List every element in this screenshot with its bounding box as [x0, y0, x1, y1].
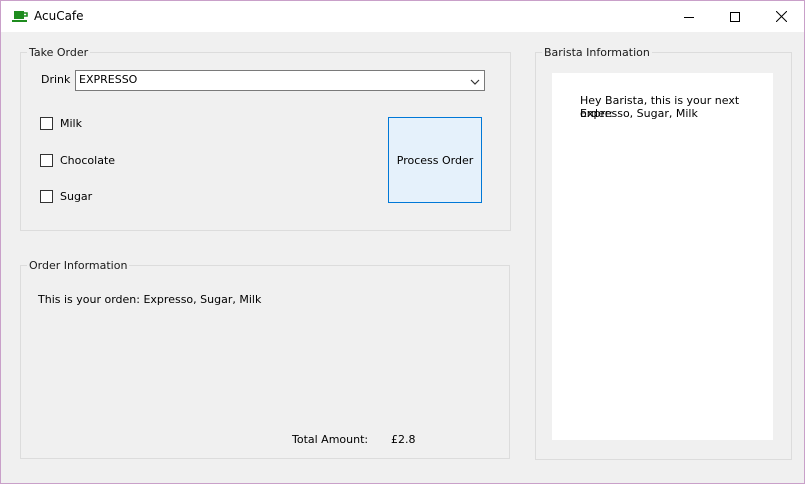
drink-select-value: EXPRESSO [79, 73, 138, 86]
total-amount-label: Total Amount: [292, 433, 369, 446]
chocolate-checkbox[interactable]: Chocolate [40, 154, 115, 167]
process-order-button[interactable]: Process Order [388, 117, 482, 203]
drink-select[interactable]: EXPRESSO [75, 70, 485, 91]
maximize-icon [730, 11, 740, 22]
drink-label: Drink [41, 73, 71, 86]
chocolate-checkbox-label: Chocolate [60, 154, 116, 167]
close-button[interactable] [758, 1, 804, 32]
app-window: AcuCafe Take Order Drink EXPRESSO Milk C… [0, 0, 805, 484]
total-amount-value: £2.8 [391, 433, 416, 446]
sugar-checkbox[interactable]: Sugar [40, 190, 92, 203]
window-title: AcuCafe [34, 9, 84, 23]
barista-message-box: Hey Barista, this is your next order: Ex… [552, 73, 773, 440]
order-information-group: Order Information This is your orden: Ex… [20, 259, 510, 459]
chocolate-checkbox-box[interactable] [40, 154, 53, 167]
coffee-cup-icon [12, 10, 30, 24]
sugar-checkbox-box[interactable] [40, 190, 53, 203]
barista-message-line2: Expresso, Sugar, Milk [580, 107, 698, 120]
milk-checkbox-label: Milk [60, 117, 82, 130]
minimize-icon [684, 16, 694, 18]
take-order-title: Take Order [27, 46, 91, 59]
close-icon [775, 11, 787, 22]
barista-information-group: Barista Information Hey Barista, this is… [535, 46, 792, 460]
milk-checkbox-box[interactable] [40, 117, 53, 130]
sugar-checkbox-label: Sugar [60, 190, 93, 203]
order-summary-text: This is your orden: Expresso, Sugar, Mil… [38, 293, 262, 306]
maximize-button[interactable] [712, 1, 758, 32]
title-bar[interactable]: AcuCafe [1, 1, 804, 32]
milk-checkbox[interactable]: Milk [40, 117, 82, 130]
take-order-group: Take Order Drink EXPRESSO Milk Chocolate… [20, 46, 511, 231]
order-information-title: Order Information [27, 259, 130, 272]
chevron-down-icon [470, 76, 480, 89]
minimize-button[interactable] [666, 1, 712, 32]
barista-information-title: Barista Information [542, 46, 652, 59]
